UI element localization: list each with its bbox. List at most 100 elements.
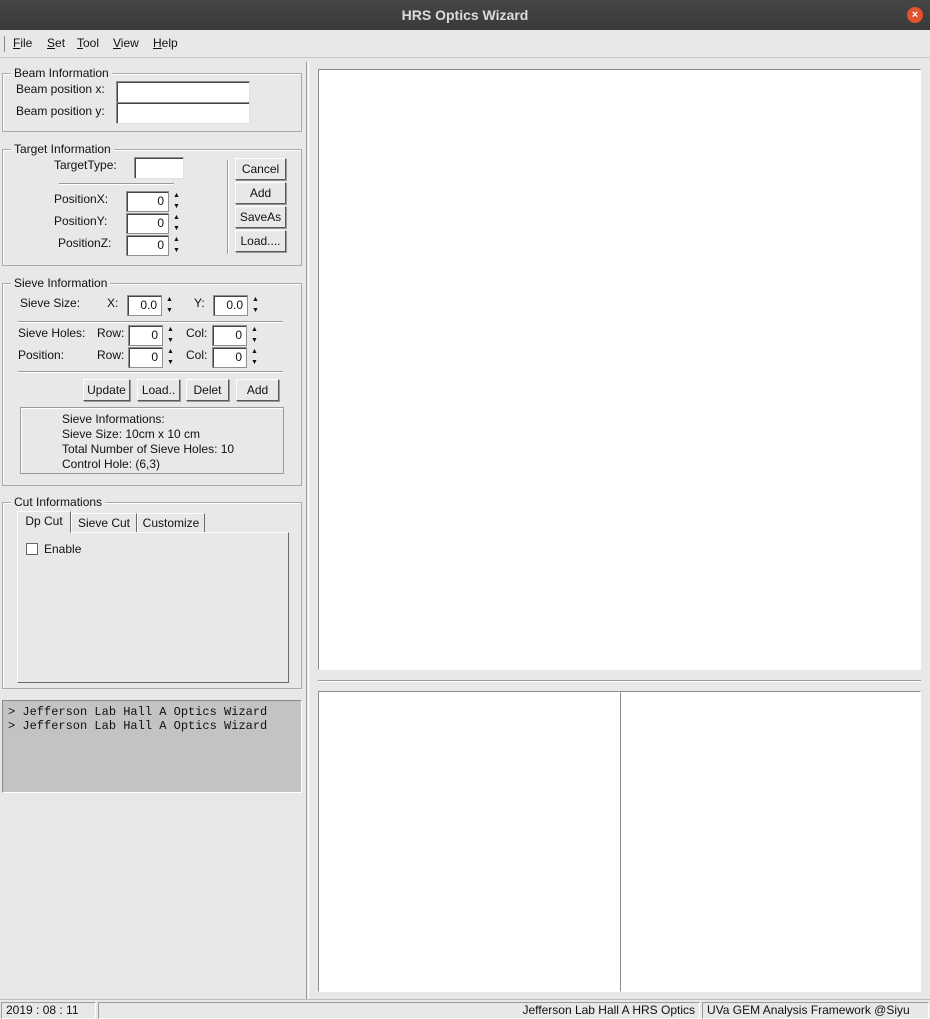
position-z-spinner[interactable]: 0 ▲ ▼ [126,235,183,256]
target-type-input[interactable] [134,157,184,179]
arrow-down-icon[interactable]: ▼ [248,358,261,368]
load-sieve-button[interactable]: Load.. [137,379,180,401]
arrow-down-icon[interactable]: ▼ [170,246,183,256]
arrow-up-icon[interactable]: ▲ [163,295,176,305]
arrow-up-icon[interactable]: ▲ [248,325,261,335]
beam-pos-x-input[interactable] [116,81,250,103]
pos-col-value[interactable]: 0 [212,347,247,368]
cancel-button[interactable]: Cancel [235,158,286,180]
beam-pos-y-input[interactable] [116,102,250,124]
add-sieve-button[interactable]: Add [236,379,279,401]
saveas-button[interactable]: SaveAs [235,206,286,228]
sieve-size-y-value[interactable]: 0.0 [213,295,248,316]
pos-row-value[interactable]: 0 [128,347,163,368]
sieve-size-x-value[interactable]: 0.0 [127,295,162,316]
arrow-up-icon[interactable]: ▲ [164,325,177,335]
beam-info-legend: Beam Information [11,66,112,80]
arrow-up-icon[interactable]: ▲ [170,235,183,245]
sieve-x-label: X: [107,296,119,310]
menu-set[interactable]: Set [47,36,65,50]
position-y-spinner[interactable]: 0 ▲ ▼ [126,213,183,234]
menu-file[interactable]: File [13,36,32,50]
position-y-label: PositionY: [54,214,108,228]
delete-button[interactable]: Delet [186,379,229,401]
console-line: > Jefferson Lab Hall A Optics Wizard [8,719,268,733]
sieve-size-x-spinner[interactable]: 0.0 ▲ ▼ [127,295,176,316]
menu-bar: File Set Tool View Help [0,30,930,58]
arrow-down-icon[interactable]: ▼ [163,306,176,316]
arrow-up-icon[interactable]: ▲ [164,347,177,357]
cut-info-group: Cut Informations Dp Cut Sieve Cut Custom… [2,495,302,689]
position-z-value[interactable]: 0 [126,235,169,256]
status-date: 2019 : 08 : 11 [1,1002,96,1019]
arrow-down-icon[interactable]: ▼ [164,358,177,368]
tab-dp-cut[interactable]: Dp Cut [17,511,71,533]
pos-row-label: Row: [97,348,125,362]
sieve-position-label: Position: [18,348,65,362]
arrow-down-icon[interactable]: ▼ [170,202,183,212]
pos-row-spinner[interactable]: 0 ▲ ▼ [128,347,177,368]
sieve-info-line: Sieve Informations: [62,412,165,426]
add-target-button[interactable]: Add [235,182,286,204]
bottom-left-canvas[interactable] [318,691,620,992]
canvas-separator [318,680,921,682]
sieve-info-legend: Sieve Information [11,276,111,290]
status-right: UVa GEM Analysis Framework @Siyu [702,1002,929,1019]
sieve-info-line: Sieve Size: 10cm x 10 cm [62,427,201,441]
title-bar: HRS Optics Wizard × [0,0,930,30]
arrow-down-icon[interactable]: ▼ [170,224,183,234]
menu-help[interactable]: Help [153,36,178,50]
window-title: HRS Optics Wizard [401,7,529,23]
target-separator [59,183,174,185]
target-info-group: Target Information TargetType: PositionX… [2,142,302,266]
sieve-info-line: Total Number of Sieve Holes: 10 [62,442,235,456]
sieve-separator [18,321,283,323]
pos-col-spinner[interactable]: 0 ▲ ▼ [212,347,261,368]
position-z-label: PositionZ: [58,236,112,250]
console-line: > Jefferson Lab Hall A Optics Wizard [8,705,268,719]
load-target-button[interactable]: Load.... [235,230,286,252]
tab-customize[interactable]: Customize [137,513,205,533]
holes-row-label: Row: [97,326,125,340]
main-canvas[interactable] [318,69,921,670]
target-type-label: TargetType: [54,158,117,172]
holes-row-value[interactable]: 0 [128,325,163,346]
console-log[interactable]: > Jefferson Lab Hall A Optics Wizard > J… [2,700,302,793]
status-bar: 2019 : 08 : 11 Jefferson Lab Hall A HRS … [0,999,930,1019]
status-center: Jefferson Lab Hall A HRS Optics [98,1002,700,1019]
beam-pos-y-label: Beam position y: [16,104,105,118]
vertical-splitter[interactable] [306,62,309,999]
tab-sieve-cut[interactable]: Sieve Cut [71,513,137,533]
pos-col-label: Col: [186,348,208,362]
menu-tool[interactable]: Tool [77,36,99,50]
arrow-up-icon[interactable]: ▲ [170,191,183,201]
menu-view[interactable]: View [113,36,139,50]
beam-pos-x-label: Beam position x: [16,82,105,96]
arrow-up-icon[interactable]: ▲ [248,347,261,357]
arrow-up-icon[interactable]: ▲ [249,295,262,305]
bottom-right-canvas[interactable] [620,691,921,992]
update-button[interactable]: Update [83,379,130,401]
target-info-legend: Target Information [11,142,114,156]
position-y-value[interactable]: 0 [126,213,169,234]
sieve-size-label: Sieve Size: [20,296,81,310]
holes-col-value[interactable]: 0 [212,325,247,346]
holes-col-spinner[interactable]: 0 ▲ ▼ [212,325,261,346]
close-icon[interactable]: × [907,7,923,23]
sieve-size-y-spinner[interactable]: 0.0 ▲ ▼ [213,295,262,316]
sieve-holes-label: Sieve Holes: [18,326,86,340]
arrow-down-icon[interactable]: ▼ [248,336,261,346]
menu-grip [4,36,5,52]
beam-info-group: Beam Information Beam position x: Beam p… [2,66,302,132]
sieve-separator-2 [18,371,283,373]
cut-info-legend: Cut Informations [11,495,106,509]
position-x-value[interactable]: 0 [126,191,169,212]
position-x-spinner[interactable]: 0 ▲ ▼ [126,191,183,212]
position-x-label: PositionX: [54,192,109,206]
holes-row-spinner[interactable]: 0 ▲ ▼ [128,325,177,346]
enable-checkbox[interactable] [26,543,38,555]
arrow-up-icon[interactable]: ▲ [170,213,183,223]
arrow-down-icon[interactable]: ▼ [164,336,177,346]
arrow-down-icon[interactable]: ▼ [249,306,262,316]
holes-col-label: Col: [186,326,208,340]
